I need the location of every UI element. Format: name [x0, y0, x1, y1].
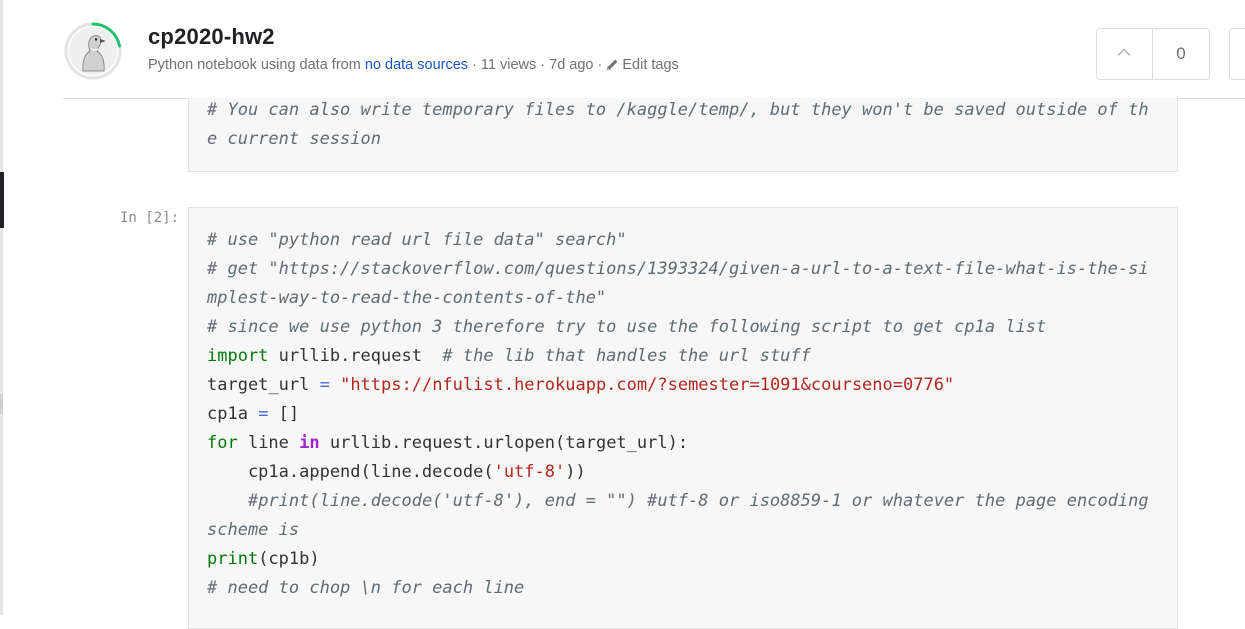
- header-action-button[interactable]: [1229, 28, 1245, 80]
- string-literal: "https://nfulist.herokuapp.com/?semester…: [329, 375, 955, 395]
- cell-prompt: In [2]:: [120, 210, 180, 226]
- code-token: (cp1b): [258, 549, 320, 569]
- vote-control: 0: [1096, 28, 1210, 80]
- notebook-meta: Python notebook using data from no data …: [148, 57, 679, 73]
- author-avatar[interactable]: [64, 22, 122, 80]
- code-token: []: [268, 404, 300, 424]
- code-cell[interactable]: # use "python read url file data" search…: [188, 207, 1178, 629]
- keyword-in: in: [299, 433, 320, 453]
- code-comment: mplest-way-to-read-the-contents-of-the": [207, 288, 607, 308]
- operator: =: [258, 404, 269, 424]
- code-comment: # get "https://stackoverflow.com/questio…: [207, 259, 1149, 279]
- notebook-title: cp2020-hw2: [148, 24, 275, 49]
- chevron-up-icon: [1117, 48, 1131, 57]
- code-token: urllib.request.urlopen(target_url):: [319, 433, 689, 453]
- meta-stats: · 11 views · 7d ago ·: [472, 57, 603, 73]
- goose-avatar-icon: [69, 27, 117, 75]
- left-rail: [0, 0, 3, 615]
- code-comment: # use "python read url file data" search…: [207, 230, 627, 250]
- code-token: target_url: [207, 375, 320, 395]
- data-sources-link[interactable]: no data sources: [365, 57, 468, 73]
- code-token: )): [565, 462, 586, 482]
- keyword-import: import: [207, 346, 269, 366]
- code-token: urllib.request: [268, 346, 443, 366]
- meta-prefix: Python notebook using data from: [148, 57, 361, 73]
- code-cell-previous[interactable]: # You can also write temporary files to …: [188, 98, 1178, 172]
- code-comment: scheme is: [207, 520, 300, 540]
- left-rail-marker: [0, 394, 3, 414]
- edit-tags-link[interactable]: Edit tags: [606, 57, 679, 73]
- code-token: line: [237, 433, 300, 453]
- code-comment: #print(line.decode('utf-8'), end = "") #…: [247, 491, 1149, 511]
- operator: =: [319, 375, 330, 395]
- keyword-for: for: [207, 433, 238, 453]
- vote-count: 0: [1176, 44, 1186, 63]
- code-comment: # the lib that handles the url stuff: [442, 346, 811, 366]
- code-token: cp1a.append(line.decode(: [207, 462, 494, 482]
- upvote-button[interactable]: [1097, 29, 1153, 79]
- active-cell-indicator: [0, 172, 4, 228]
- code-comment: e current session: [207, 129, 381, 149]
- code-comment: # since we use python 3 therefore try to…: [207, 317, 1047, 337]
- code-editor[interactable]: # You can also write temporary files to …: [207, 96, 1149, 154]
- code-comment: # You can also write temporary files to …: [207, 100, 1149, 120]
- string-literal: 'utf-8': [493, 462, 566, 482]
- code-comment: # need to chop \n for each line: [207, 578, 525, 598]
- code-editor[interactable]: # use "python read url file data" search…: [207, 226, 1149, 603]
- pencil-icon: [607, 59, 618, 71]
- code-token: cp1a: [207, 404, 259, 424]
- notebook-header: cp2020-hw2 Python notebook using data fr…: [63, 0, 1245, 99]
- builtin-print: print: [207, 549, 259, 569]
- edit-tags-label: Edit tags: [622, 57, 679, 73]
